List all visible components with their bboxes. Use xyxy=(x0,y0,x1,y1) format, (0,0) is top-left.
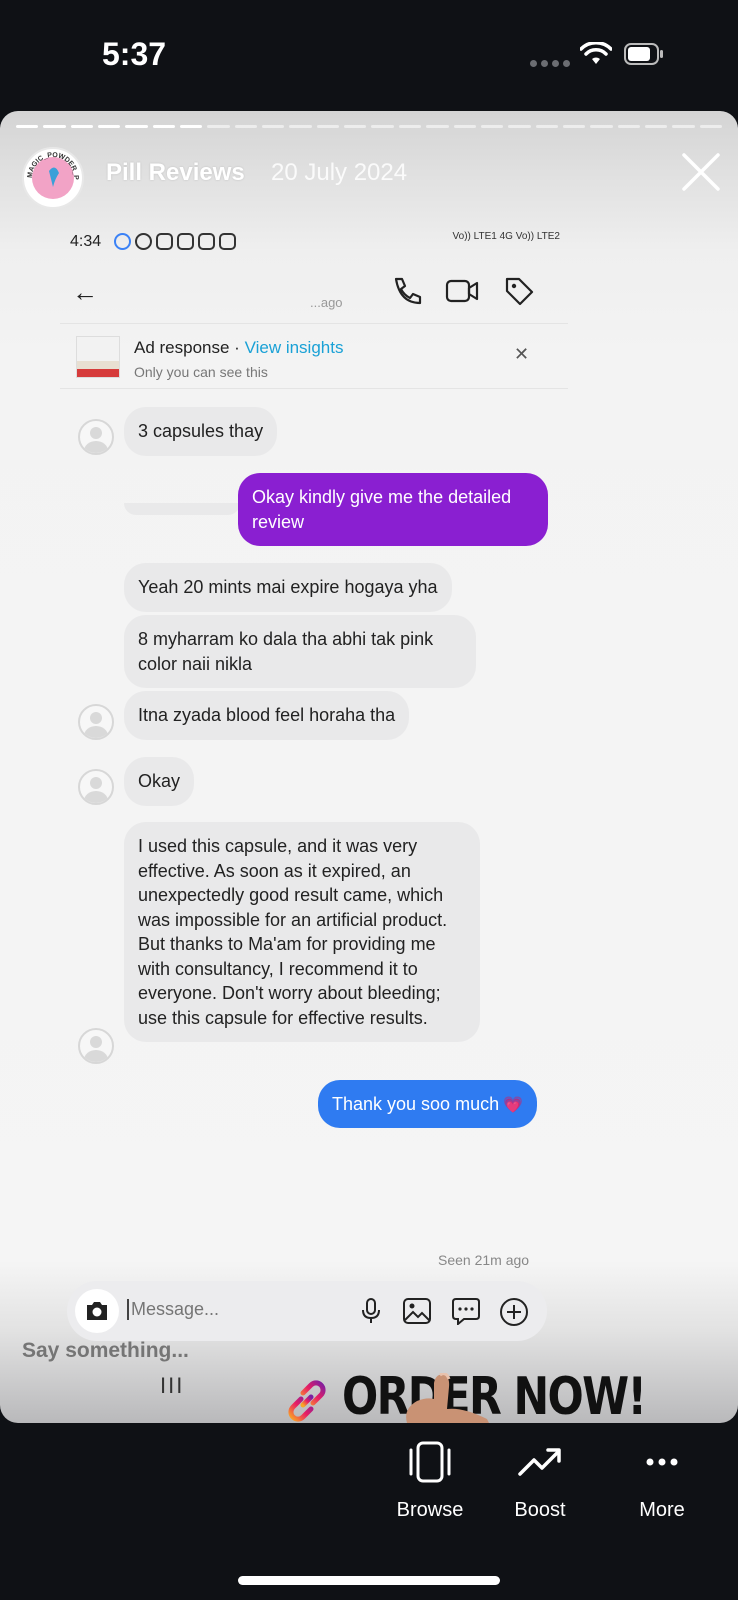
trending-up-icon xyxy=(518,1448,561,1476)
message-received: I used this capsule, and it was very eff… xyxy=(124,822,480,1042)
close-icon: ✕ xyxy=(514,344,530,364)
status-time: 5:37 xyxy=(102,36,167,72)
video-call-icon xyxy=(445,279,479,303)
contact-avatar xyxy=(78,704,114,740)
story-date: 20 July 2024 xyxy=(271,159,408,186)
progress-segment xyxy=(207,125,230,128)
drag-handle: III xyxy=(160,1373,185,1398)
progress-segment xyxy=(426,125,449,128)
progress-segment xyxy=(98,125,121,128)
sticker-icon xyxy=(452,1298,480,1325)
progress-segment xyxy=(43,125,66,128)
boost-button[interactable]: Boost xyxy=(490,1440,590,1522)
phone-icon xyxy=(394,277,422,305)
message-composer xyxy=(67,1281,547,1341)
more-button[interactable]: More xyxy=(612,1440,712,1522)
battery-icon xyxy=(624,43,663,65)
plus-icon xyxy=(500,1298,528,1326)
progress-segment xyxy=(234,125,258,128)
progress-segment xyxy=(289,125,312,128)
message-received: Okay xyxy=(124,757,195,806)
browse-button[interactable]: Browse xyxy=(380,1440,480,1522)
avatar-logo: MAGIC_POWDER_PK xyxy=(24,149,79,187)
message-received: 3 capsules thay xyxy=(124,407,278,456)
ad-thumbnail xyxy=(76,336,120,378)
pointing-finger-icon xyxy=(406,1373,489,1423)
message-received: Itna zyada blood feel horaha tha xyxy=(124,691,410,740)
progress-segment xyxy=(371,125,394,128)
story-card[interactable]: MAGIC_POWDER_PK Pill Reviews 20 July 202… xyxy=(0,111,738,1423)
notification-icons xyxy=(114,233,236,250)
gallery-icon xyxy=(403,1298,431,1324)
message-sent: Okay kindly give me the detailed review xyxy=(238,473,548,546)
view-insights-link: View insights xyxy=(244,338,344,357)
contact-avatar xyxy=(78,1028,114,1064)
progress-segment xyxy=(16,125,39,128)
browse-icon xyxy=(409,1441,451,1483)
message-input xyxy=(127,1299,347,1320)
progress-segment xyxy=(535,125,558,128)
camera-button xyxy=(75,1289,119,1333)
progress-segment xyxy=(562,125,586,128)
progress-segment xyxy=(644,125,668,128)
message-received: Yeah 20 mints mai expire hogaya yha xyxy=(124,563,452,612)
browse-label: Browse xyxy=(396,1499,464,1521)
reply-input[interactable] xyxy=(22,1339,322,1363)
status-bar: 5:37 xyxy=(0,0,738,110)
tag-icon xyxy=(505,277,534,306)
more-label: More xyxy=(639,1499,685,1521)
progress-segment xyxy=(344,125,367,128)
progress-segment xyxy=(262,125,285,128)
dm-header: ← ...ago xyxy=(60,261,560,321)
inner-network-status: Vo)) LTE1 4G Vo)) LTE2 xyxy=(452,231,560,242)
inner-status-bar: 4:34 Vo)) LTE1 4G Vo)) LTE2 xyxy=(70,231,560,255)
ad-response-subtitle: Only you can see this xyxy=(134,364,268,380)
more-icon xyxy=(646,1458,678,1466)
back-arrow-icon: ← xyxy=(72,277,98,307)
message-received: 8 myharram ko dala tha abhi tak pink col… xyxy=(124,615,476,688)
message-sent: Thank you soo much 💗 xyxy=(318,1080,538,1128)
boost-label: Boost xyxy=(514,1499,566,1521)
heart-emoji: 💗 xyxy=(503,1097,524,1114)
progress-segment xyxy=(480,125,504,128)
microphone-icon xyxy=(362,1298,380,1323)
progress-segment xyxy=(70,125,94,128)
story-account-name[interactable]: Pill Reviews xyxy=(106,159,245,187)
contact-avatar xyxy=(78,769,114,805)
progress-segment xyxy=(617,125,640,128)
progress-segment xyxy=(152,125,176,128)
progress-segment xyxy=(398,125,422,128)
contact-avatar xyxy=(78,419,114,455)
previous-message-bubble xyxy=(124,503,240,515)
progress-segment xyxy=(508,125,531,128)
inner-status-time: 4:34 xyxy=(70,233,102,250)
dm-header-subtitle: ...ago xyxy=(310,295,343,310)
progress-segment xyxy=(125,125,148,128)
progress-segment xyxy=(699,125,722,128)
story-progress-bar xyxy=(16,125,722,128)
home-indicator[interactable] xyxy=(238,1576,500,1585)
camera-icon xyxy=(87,1302,107,1320)
progress-segment xyxy=(672,125,695,128)
story-avatar[interactable]: MAGIC_POWDER_PK xyxy=(22,147,84,209)
signal-icon xyxy=(530,60,570,67)
link-icon[interactable] xyxy=(281,1375,333,1423)
progress-segment xyxy=(590,125,613,128)
ad-response-label: Ad response · xyxy=(134,338,245,357)
ad-response-banner: Ad response · View insights Only you can… xyxy=(60,323,568,389)
progress-segment xyxy=(453,125,476,128)
close-icon[interactable] xyxy=(680,151,722,193)
message-sent-text: Thank you soo much xyxy=(332,1094,500,1114)
progress-segment xyxy=(180,125,203,128)
progress-segment xyxy=(316,125,340,128)
wifi-icon xyxy=(580,42,612,64)
ad-response-title: Ad response · View insights xyxy=(134,338,343,358)
seen-status: Seen 21m ago xyxy=(438,1252,530,1268)
